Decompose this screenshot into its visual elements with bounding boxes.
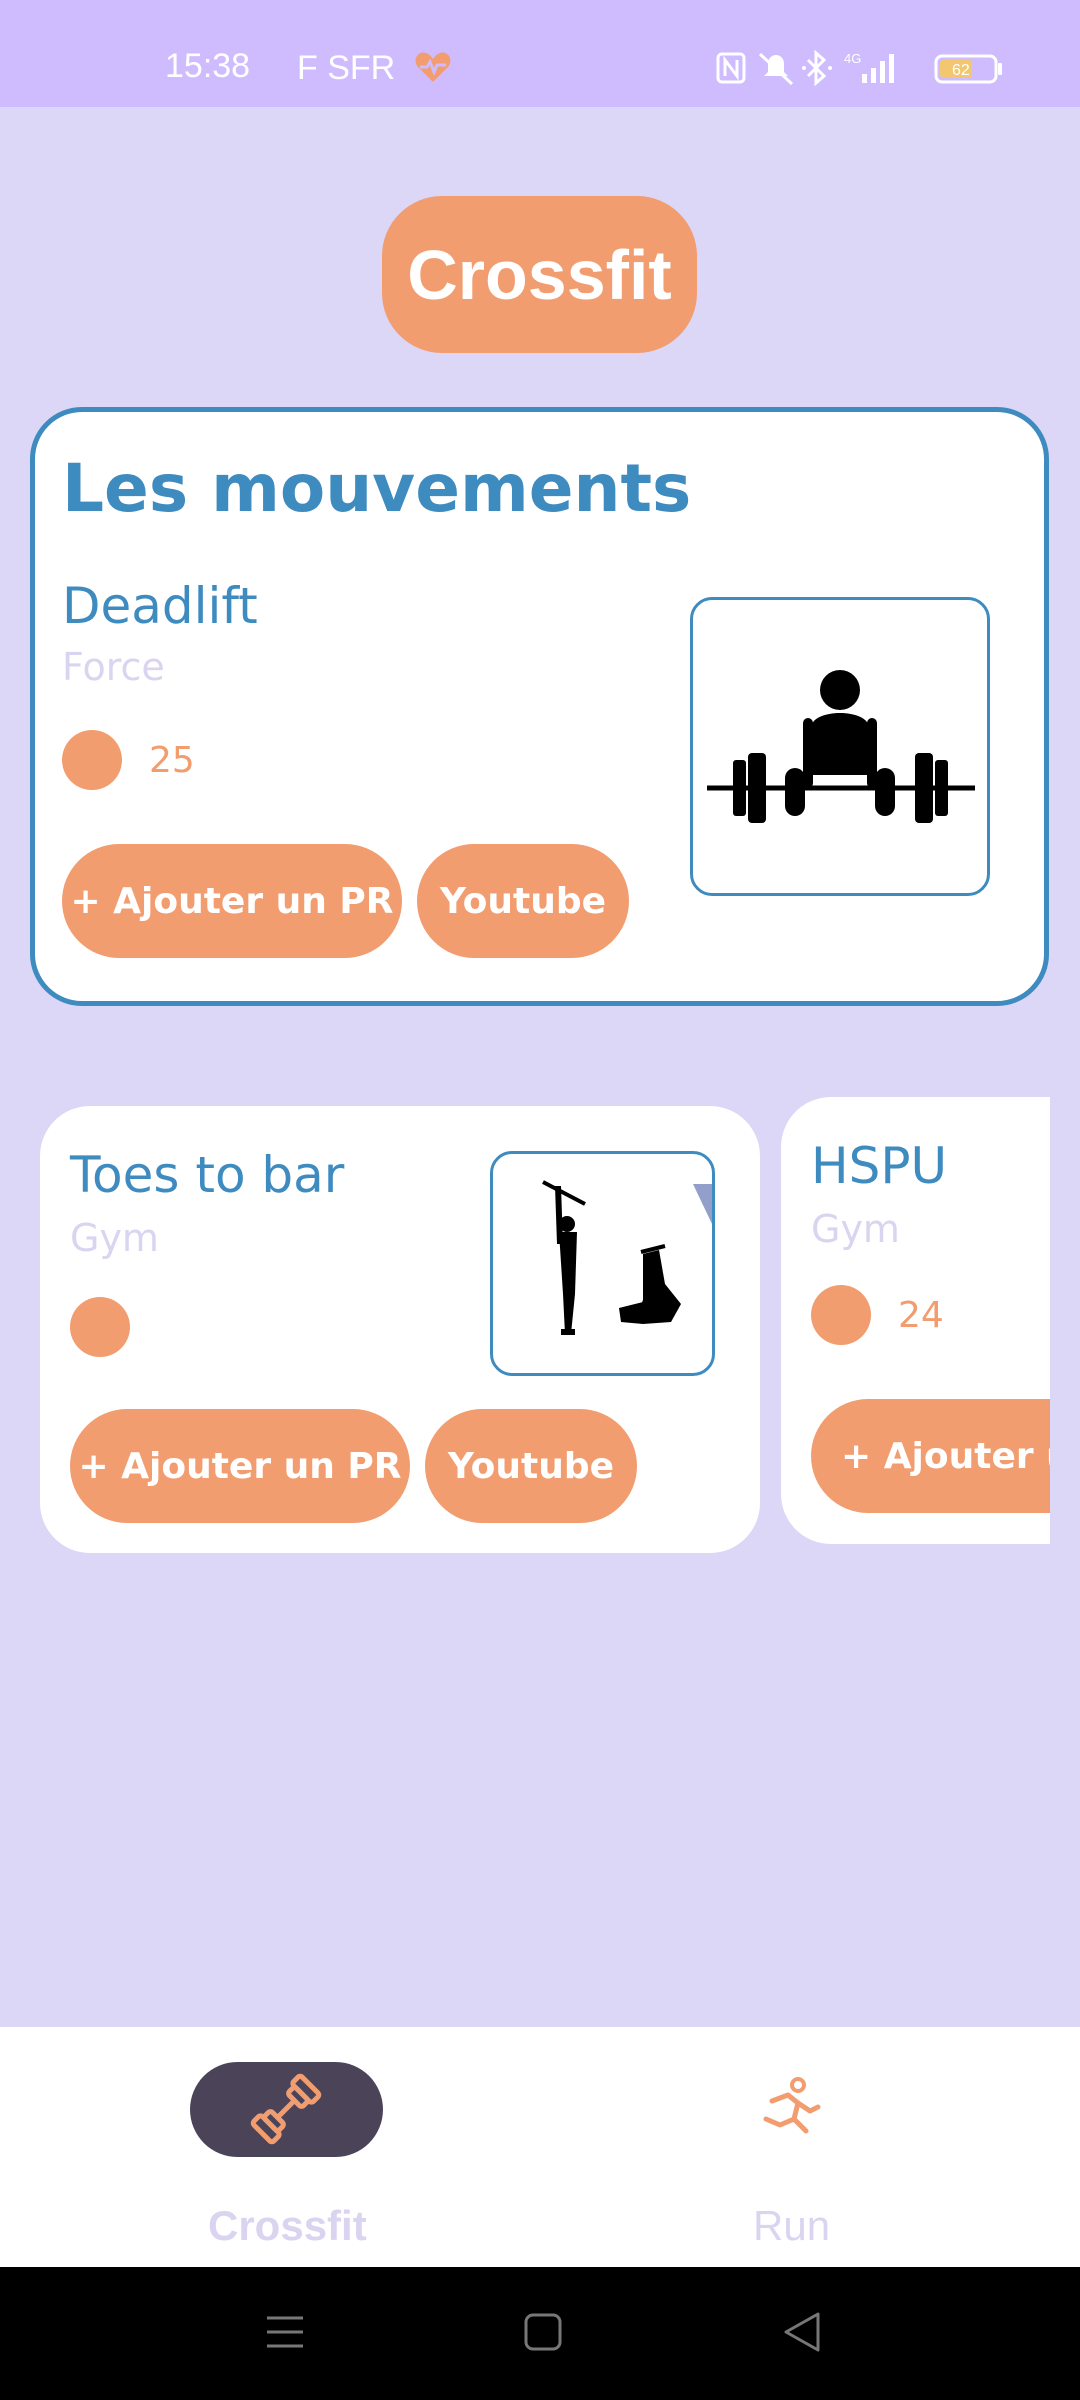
movement-category: Force <box>62 645 165 689</box>
pr-indicator <box>811 1285 871 1345</box>
nfc-icon <box>716 52 746 84</box>
pr-value: 24 <box>898 1295 944 1336</box>
movement-card-toes-to-bar: Toes to bar Gym + Ajouter un PR Youtube <box>40 1106 760 1553</box>
nav-label-crossfit[interactable]: Crossfit <box>208 2202 367 2250</box>
system-nav-bar <box>0 2267 1080 2400</box>
movement-name: HSPU <box>811 1137 948 1195</box>
status-carrier: F SFR <box>297 49 396 87</box>
add-pr-button[interactable]: + Ajouter un PR <box>70 1409 410 1523</box>
pr-indicator <box>70 1297 130 1357</box>
svg-text:4G: 4G <box>844 51 861 66</box>
movement-name: Toes to bar <box>70 1146 345 1204</box>
svg-text:62: 62 <box>952 62 970 79</box>
signal-4g-icon: 4G <box>844 51 894 83</box>
toes-to-bar-image <box>490 1151 715 1376</box>
nav-item-crossfit[interactable] <box>190 2062 383 2157</box>
bluetooth-icon <box>802 49 832 87</box>
pr-indicator <box>62 730 122 790</box>
dumbbell-icon <box>250 2073 322 2145</box>
youtube-button[interactable]: Youtube <box>425 1409 637 1523</box>
nav-label-run[interactable]: Run <box>753 2202 830 2250</box>
toes-to-bar-icon <box>542 1180 712 1335</box>
pr-value: 25 <box>149 740 195 781</box>
deadlift-image <box>690 597 990 896</box>
youtube-button[interactable]: Youtube <box>417 844 629 958</box>
featured-movement-card: Les mouvements Deadlift Force 25 + Ajout… <box>30 407 1049 1006</box>
heart-pulse-icon <box>415 52 451 82</box>
page-title: Crossfit <box>382 196 697 353</box>
movement-name: Deadlift <box>62 577 258 635</box>
status-time: 15:38 <box>165 47 251 85</box>
add-pr-button[interactable]: + Ajouter un PR <box>811 1399 1050 1513</box>
home-icon[interactable] <box>523 2312 563 2352</box>
movement-category: Gym <box>70 1216 159 1260</box>
menu-icon[interactable] <box>265 2312 305 2352</box>
deadlift-icon <box>707 670 975 823</box>
status-icons: 4G 62 <box>716 49 1002 87</box>
movement-category: Gym <box>811 1207 900 1251</box>
running-icon[interactable] <box>754 2075 826 2147</box>
bottom-nav: Crossfit Run <box>0 2027 1080 2267</box>
movement-card-hspu: HSPU Gym 24 + Ajouter un PR <box>781 1097 1050 1544</box>
status-bar: 15:38 F SFR 4G 62 <box>0 0 1080 107</box>
add-pr-button[interactable]: + Ajouter un PR <box>62 844 402 958</box>
mute-icon <box>758 52 794 86</box>
section-title: Les mouvements <box>62 450 692 527</box>
battery-icon: 62 <box>934 54 1002 84</box>
back-icon[interactable] <box>780 2310 824 2354</box>
